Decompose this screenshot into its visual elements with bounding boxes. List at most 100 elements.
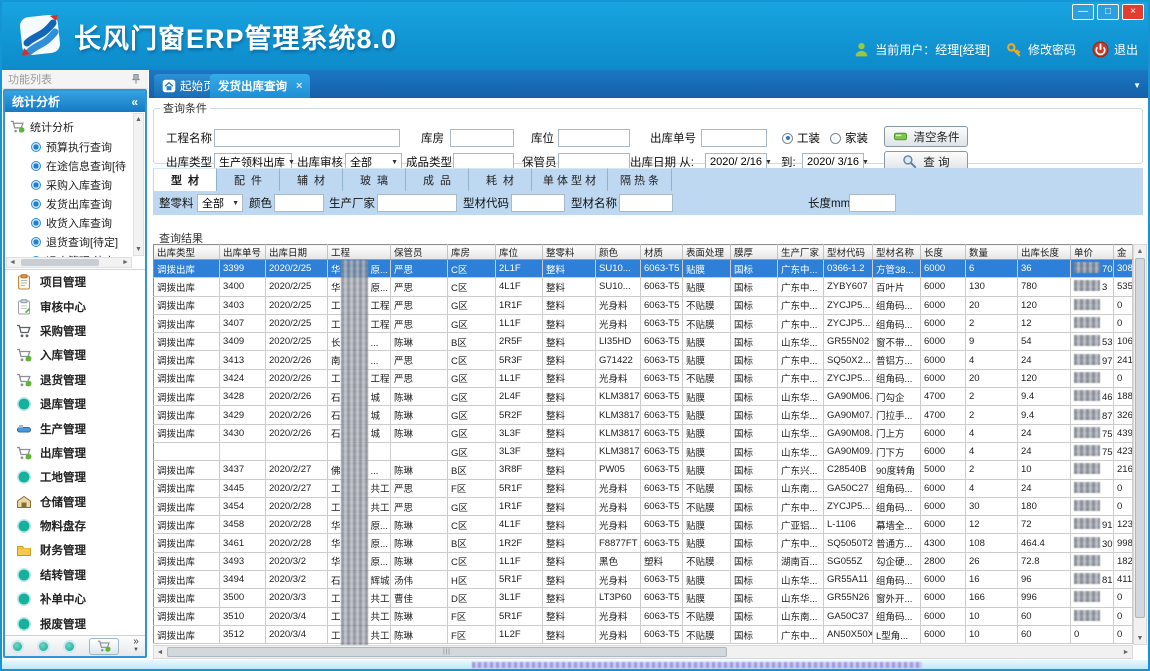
material-tab[interactable]: 耗 材	[469, 168, 532, 191]
column-header[interactable]: 金	[1114, 245, 1133, 260]
column-header[interactable]: 数量	[966, 245, 1018, 260]
table-row[interactable]: 调拨出库 3493 2020/3/2 华原... 陈琳 C区 1L1F 整料 黑…	[154, 552, 1133, 570]
length-input[interactable]	[849, 194, 896, 212]
scroll-left-icon[interactable]: ◄	[7, 258, 18, 267]
sidebar-module[interactable]: 补单中心	[5, 587, 145, 611]
tab-overflow-icon[interactable]: ▼	[1133, 81, 1141, 90]
warehouse-input[interactable]	[450, 129, 514, 147]
sidebar-module[interactable]: 物料盘存	[5, 514, 145, 538]
column-header[interactable]: 颜色	[596, 245, 641, 260]
pin-icon[interactable]	[130, 73, 142, 85]
table-row[interactable]: 调拨出库 3429 2020/2/26 石城 陈琳 G区 5R2F 整料 KLM…	[154, 406, 1133, 424]
collapsed-module-icon[interactable]	[37, 640, 50, 653]
logout-button[interactable]: 退出	[1092, 41, 1138, 58]
scroll-up-icon[interactable]: ▲	[134, 114, 143, 125]
material-tab[interactable]: 成 品	[406, 168, 469, 191]
column-header[interactable]: 出库类型	[154, 245, 220, 260]
column-header[interactable]: 材质	[641, 245, 683, 260]
table-row[interactable]: 调拨出库 3512 2020/3/4 工共工程 陈琳 F区 1L2F 整料 光身…	[154, 625, 1133, 643]
tree-item[interactable]: 预算执行查询	[10, 137, 131, 156]
project-name-input[interactable]	[214, 129, 400, 147]
tree-root-statistics[interactable]: 统计分析	[10, 116, 131, 137]
sidebar-module[interactable]: 项目管理	[5, 270, 145, 294]
sidebar-module[interactable]: 工地管理	[5, 465, 145, 489]
table-row[interactable]: 调拨出库 3413 2020/2/26 南... 严思 C区 5R3F 整料 G…	[154, 351, 1133, 369]
scroll-down-icon[interactable]: ▼	[1134, 632, 1146, 644]
close-button[interactable]: ×	[1122, 4, 1144, 20]
sidebar-module[interactable]: 入库管理	[5, 343, 145, 367]
scrollbar-thumb[interactable]	[1135, 258, 1145, 618]
table-row[interactable]: 调拨出库 3458 2020/2/28 华原... 陈琳 C区 4L1F 整料 …	[154, 516, 1133, 534]
whole-part-select[interactable]: 全部 ▼	[197, 194, 243, 212]
radio-gongzhuang[interactable]: 工装	[782, 129, 820, 147]
color-input[interactable]	[274, 194, 324, 212]
sidebar-module[interactable]: 退库管理	[5, 392, 145, 416]
column-header[interactable]: 型材代码	[824, 245, 873, 260]
close-tab-icon[interactable]: ×	[296, 80, 302, 92]
column-header[interactable]: 出库单号	[220, 245, 266, 260]
table-row[interactable]: 调拨出库 3424 2020/2/26 工工程 严思 G区 1L1F 整料 光身…	[154, 369, 1133, 387]
material-tab[interactable]: 玻 璃	[343, 168, 406, 191]
scroll-down-icon[interactable]: ▼	[134, 244, 143, 255]
table-row[interactable]: 调拨出库 3400 2020/2/25 华原... 严思 C区 4L1F 整料 …	[154, 278, 1133, 296]
table-row[interactable]: 调拨出库 3407 2020/2/25 工工程 严思 G区 1L1F 整料 光身…	[154, 314, 1133, 332]
scrollbar-thumb[interactable]	[21, 259, 99, 266]
column-header[interactable]: 出库日期	[266, 245, 328, 260]
tree-horizontal-scrollbar[interactable]: ◄ ►	[6, 257, 132, 268]
collapsed-module-icon[interactable]	[11, 640, 24, 653]
table-row[interactable]: 调拨出库 3461 2020/2/28 华原... 陈琳 B区 1R2F 整料 …	[154, 534, 1133, 552]
column-header[interactable]: 库位	[496, 245, 543, 260]
column-header[interactable]: 出库长度	[1018, 245, 1071, 260]
material-tab[interactable]: 配 件	[217, 168, 280, 191]
horizontal-scrollbar[interactable]: ◄ ||| ►	[153, 645, 1133, 659]
table-row[interactable]: 调拨出库 3510 2020/3/4 工共工程 陈琳 F区 5R1F 整料 光身…	[154, 607, 1133, 625]
table-row[interactable]: 调拨出库 3403 2020/2/25 工工程 严思 G区 1R1F 整料 光身…	[154, 296, 1133, 314]
section-header-statistics[interactable]: 统计分析 «	[5, 91, 145, 112]
column-header[interactable]: 工程	[328, 245, 391, 260]
tree-item[interactable]: 收货入库查询	[10, 213, 131, 232]
column-header[interactable]: 库房	[448, 245, 496, 260]
overflow-button[interactable]: » ▼	[133, 638, 139, 654]
manufacturer-input[interactable]	[377, 194, 457, 212]
minimize-button[interactable]: —	[1072, 4, 1094, 20]
sidebar-module[interactable]: 审核中心	[5, 294, 145, 318]
sidebar-module[interactable]: 结转管理	[5, 563, 145, 587]
sidebar-module[interactable]: 仓储管理	[5, 490, 145, 514]
vertical-scrollbar[interactable]: ▲ ▼	[1133, 244, 1147, 645]
profile-name-input[interactable]	[619, 194, 673, 212]
column-header[interactable]: 表面处理	[683, 245, 731, 260]
collapsed-module-button[interactable]	[89, 638, 119, 655]
scrollbar-thumb[interactable]: |||	[167, 647, 727, 657]
collapsed-module-icon[interactable]	[63, 640, 76, 653]
material-tab[interactable]: 隔 热 条	[608, 168, 672, 191]
change-password-button[interactable]: 修改密码	[1006, 41, 1076, 58]
column-header[interactable]: 整零料	[543, 245, 596, 260]
tree-vertical-scrollbar[interactable]: ▲ ▼	[133, 113, 144, 256]
sidebar-module[interactable]: 采购管理	[5, 319, 145, 343]
radio-jiazhuang[interactable]: 家装	[830, 129, 868, 147]
tree-item[interactable]: 采购入库查询	[10, 175, 131, 194]
table-row[interactable]: 调拨出库 3430 2020/2/26 石城 陈琳 G区 3L3F 整料 KLM…	[154, 424, 1133, 442]
column-header[interactable]: 膜厚	[731, 245, 778, 260]
scroll-left-icon[interactable]: ◄	[154, 646, 166, 658]
scroll-right-icon[interactable]: ►	[1120, 646, 1132, 658]
collapse-icon[interactable]: «	[131, 95, 138, 109]
table-row[interactable]: 调拨出库 3445 2020/2/27 工共工程 严思 F区 5R1F 整料 光…	[154, 479, 1133, 497]
tab-shipment-query[interactable]: 发货出库查询 ×	[210, 74, 310, 98]
maximize-button[interactable]: □	[1097, 4, 1119, 20]
tree-item[interactable]: 在途信息查询[待	[10, 156, 131, 175]
table-row[interactable]: G区 3L3F 整料 KLM3817 6063-T5 贴膜 国标 山东华... …	[154, 442, 1133, 460]
table-row[interactable]: 调拨出库 3454 2020/2/28 工共工程 严思 G区 1R1F 整料 光…	[154, 497, 1133, 515]
sidebar-module[interactable]: 生产管理	[5, 416, 145, 440]
column-header[interactable]: 型材名称	[873, 245, 921, 260]
table-row[interactable]: 调拨出库 3399 2020/2/25 华原... 严思 C区 2L1F 整料 …	[154, 260, 1133, 278]
location-input[interactable]	[558, 129, 630, 147]
column-header[interactable]: 长度	[921, 245, 966, 260]
profile-code-input[interactable]	[511, 194, 565, 212]
clear-conditions-button[interactable]: 清空条件	[884, 126, 968, 147]
sidebar-module[interactable]: 报废管理	[5, 611, 145, 635]
tree-item[interactable]: 发货出库查询	[10, 194, 131, 213]
table-row[interactable]: 调拨出库 3428 2020/2/26 石城 陈琳 G区 2L4F 整料 KLM…	[154, 388, 1133, 406]
order-no-input[interactable]	[701, 129, 767, 147]
table-row[interactable]: 调拨出库 3409 2020/2/25 长... 陈琳 B区 2R5F 整料 L…	[154, 333, 1133, 351]
